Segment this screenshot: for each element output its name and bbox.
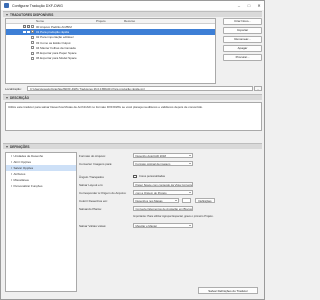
save-translator-settings-button[interactable]: Salvar Definições do Tradutor — [198, 287, 258, 294]
translator-row[interactable]: 06 Exportar para Model Space — [6, 56, 215, 61]
location-label: Localização: — [5, 87, 22, 91]
column-project[interactable]: Projeto — [96, 19, 124, 23]
file-icon — [31, 51, 34, 55]
minimize-button[interactable]: – — [234, 1, 244, 10]
view-icon — [27, 30, 31, 34]
translator-buttons: Criar Novo... Importar Renomear... Apaga… — [223, 18, 262, 63]
info-text: Importante: Para utilizar Agrupar Especi… — [133, 215, 214, 218]
chevron-down-icon — [188, 192, 191, 193]
convert-images-label: Converter Imagens para: — [79, 162, 113, 166]
translator-name: 06 Exportar para Model Space — [36, 56, 77, 61]
background-label: Colorir Desenhos em: — [79, 199, 109, 203]
file-icon — [31, 41, 34, 45]
maximize-button[interactable]: □ — [244, 1, 254, 10]
expand-arrow-icon — [11, 161, 12, 163]
delete-button[interactable]: Apagar — [223, 45, 262, 52]
rename-button[interactable]: Renomear... — [223, 36, 262, 43]
title-bar: Configurar Tradução DXF-DWG – □ ✕ — [1, 1, 264, 10]
translator-name: 04 Manter Folhas da Camada — [36, 45, 76, 50]
description-header[interactable]: DESCRIÇÃO — [3, 94, 262, 100]
link-icon — [23, 25, 27, 28]
translator-name: 02 Para importação editável — [36, 35, 74, 40]
expand-arrow-icon — [11, 167, 12, 169]
options-header-label: DEFINIÇÕES — [10, 144, 30, 149]
options-header[interactable]: DEFINIÇÕES — [3, 143, 262, 149]
background-select[interactable]: Desenhos nos Mapas — [133, 198, 179, 203]
translator-name: 01 Para produção rápida — [36, 29, 70, 34]
format-label: Formato do Arquivo: — [79, 154, 107, 158]
column-name[interactable]: Nome — [36, 19, 96, 23]
link-icon — [23, 30, 27, 34]
translators-list[interactable]: Nome Projeto Recurso 00 Arquivo Padrão A… — [5, 18, 216, 84]
app-icon — [4, 3, 9, 8]
create-new-button[interactable]: Criar Novo... — [223, 18, 262, 25]
tree-item-custom-functions[interactable]: Personalizar Funções — [6, 183, 76, 189]
color-swatch[interactable] — [182, 198, 191, 203]
translator-name: 00 Arquivo Padrão AC/BIM — [36, 24, 72, 29]
options-tree: Unidades de Desenho Abrir Opções Salvar … — [5, 152, 77, 292]
convert-images-select[interactable]: Formato original da imagem — [133, 161, 193, 166]
save-plant-label: Salvando Planta: — [79, 207, 102, 211]
hatch-note: Cores personalizadas — [139, 175, 165, 178]
save-layers-label: Salvar Várias vistas: — [79, 224, 107, 228]
chevron-down-icon — [174, 200, 177, 201]
window-title: Configurar Tradução DXF-DWG — [12, 3, 63, 8]
expand-arrow-icon — [11, 155, 12, 157]
hatch-checkbox[interactable] — [133, 174, 137, 178]
origin-select[interactable]: com a Origem do Projeto — [133, 190, 193, 195]
save-options-panel: Formato do Arquivo: Desenho AutoCAD 2018… — [79, 152, 262, 292]
description-text: Utilize este tradutor para salvar Desenh… — [5, 102, 262, 131]
save-to-label: Salvar Layout em: — [79, 183, 104, 187]
browse-button[interactable]: Procurar... — [223, 54, 262, 61]
window-controls: – □ ✕ — [234, 1, 264, 10]
description-header-label: DESCRIÇÃO — [10, 95, 30, 100]
chevron-down-icon — [191, 208, 192, 209]
origin-label: Corresponder à Origem do Arquivo: — [79, 191, 127, 195]
file-icon — [31, 35, 34, 39]
expand-arrow-icon — [11, 173, 12, 175]
format-select[interactable]: Desenho AutoCAD 2018 — [133, 153, 193, 158]
background-settings-button[interactable]: Definições — [195, 198, 215, 203]
hatch-angle-label: Ângulo Tracejados — [79, 175, 104, 179]
location-browse-button[interactable]: ... — [254, 86, 262, 91]
translators-header[interactable]: TRADUTORES DISPONÍVEIS — [3, 11, 262, 17]
collapse-triangle-icon — [6, 145, 8, 148]
expand-arrow-icon — [11, 185, 12, 187]
save-plant-select[interactable]: Converter Elementos de Anotação em Bloco… — [133, 206, 193, 211]
import-button[interactable]: Importar — [223, 27, 262, 34]
translators-header-label: TRADUTORES DISPONÍVEIS — [10, 12, 54, 17]
location-field[interactable]: C:\Users\usuario\Graphisoft\DXF-DWG Trad… — [27, 86, 253, 91]
translation-setup-window: Configurar Tradução DXF-DWG – □ ✕ TRADUT… — [0, 0, 265, 300]
chevron-down-icon — [188, 155, 191, 156]
close-button[interactable]: ✕ — [254, 1, 264, 10]
expand-arrow-icon — [11, 179, 12, 181]
collapse-triangle-icon — [6, 13, 8, 16]
translator-name: 05 Exportar para Paper Space — [36, 51, 77, 56]
file-icon — [31, 56, 34, 60]
column-resource[interactable]: Recurso — [124, 19, 215, 23]
file-icon — [31, 46, 34, 50]
chevron-down-icon — [188, 225, 191, 226]
collapse-triangle-icon — [6, 96, 8, 99]
file-icon — [31, 25, 34, 29]
translator-name: 03 Como as Estão Output — [36, 40, 71, 45]
view-icon — [27, 25, 31, 28]
file-icon — [31, 30, 34, 34]
save-to-select[interactable]: Paper Space com conteúdo da Vista Corren… — [133, 182, 193, 187]
chevron-down-icon — [188, 163, 191, 164]
save-layers-select[interactable]: Mesclar e Manter — [133, 223, 193, 228]
